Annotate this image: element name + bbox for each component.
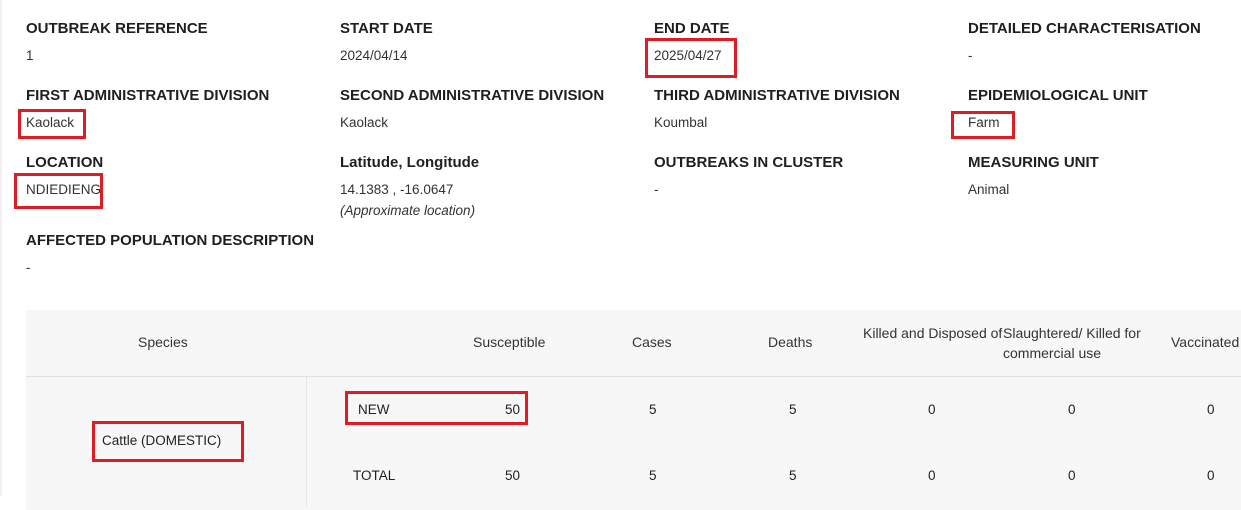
second-admin-division-field: SECOND ADMINISTRATIVE DIVISION Kaolack [340, 87, 605, 130]
first-admin-division-label: FIRST ADMINISTRATIVE DIVISION [26, 87, 270, 104]
measuring-unit-label: MEASURING UNIT [968, 154, 1099, 171]
row-new-slaughtered: 0 [1068, 402, 1076, 417]
lat-long-field: Latitude, Longitude 14.1383 , -16.0647 (… [340, 154, 480, 218]
affected-population-field: AFFECTED POPULATION DESCRIPTION - [26, 232, 315, 275]
lat-long-label: Latitude, Longitude [340, 154, 480, 171]
table-header: Species Susceptible Cases Deaths Killed … [26, 310, 1241, 377]
end-date-label: END DATE [654, 20, 730, 37]
header-susceptible: Susceptible [473, 334, 546, 350]
outbreaks-in-cluster-label: OUTBREAKS IN CLUSTER [654, 154, 844, 171]
row-total-vaccinated: 0 [1207, 468, 1215, 483]
third-admin-division-label: THIRD ADMINISTRATIVE DIVISION [654, 87, 900, 104]
header-cases: Cases [632, 334, 672, 350]
left-border [0, 0, 2, 496]
column-divider [306, 376, 307, 506]
header-killed-disposed: Killed and Disposed of [863, 325, 1003, 341]
lat-long-value: 14.1383 , -16.0647 [340, 182, 454, 197]
highlight-new-susceptible [345, 391, 528, 425]
outbreaks-in-cluster-value: - [654, 182, 659, 197]
outbreak-reference-label: OUTBREAK REFERENCE [26, 20, 208, 37]
approximate-location-note: (Approximate location) [340, 203, 476, 218]
row-total-deaths: 5 [789, 468, 797, 483]
species-quantities-table: Species Susceptible Cases Deaths Killed … [26, 310, 1241, 510]
header-vaccinated: Vaccinated [1171, 334, 1240, 350]
epidemiological-unit-field: EPIDEMIOLOGICAL UNIT Farm [968, 87, 1148, 130]
row-new-cases: 5 [649, 402, 657, 417]
start-date-field: START DATE 2024/04/14 [340, 20, 433, 63]
detailed-characterisation-field: DETAILED CHARACTERISATION - [968, 20, 1201, 63]
location-label: LOCATION [26, 154, 104, 171]
highlight-end-date [645, 38, 737, 78]
row-total-cases: 5 [649, 468, 657, 483]
highlight-location [14, 173, 103, 209]
second-admin-division-value: Kaolack [340, 115, 389, 130]
detailed-characterisation-label: DETAILED CHARACTERISATION [968, 20, 1201, 37]
highlight-species [92, 421, 244, 462]
highlight-first-admin-division [18, 109, 86, 139]
row-total-slaughtered: 0 [1068, 468, 1076, 483]
start-date-label: START DATE [340, 20, 433, 37]
measuring-unit-field: MEASURING UNIT Animal [968, 154, 1099, 197]
outbreaks-in-cluster-field: OUTBREAKS IN CLUSTER - [654, 154, 844, 197]
row-total-susceptible: 50 [505, 468, 521, 483]
detailed-characterisation-value: - [968, 48, 973, 63]
row-total-label: TOTAL [353, 468, 396, 483]
second-admin-division-label: SECOND ADMINISTRATIVE DIVISION [340, 87, 605, 104]
measuring-unit-value: Animal [968, 182, 1010, 197]
first-admin-division-field: FIRST ADMINISTRATIVE DIVISION Kaolack [26, 87, 270, 130]
affected-population-label: AFFECTED POPULATION DESCRIPTION [26, 232, 315, 249]
row-total-killed-disposed: 0 [928, 468, 936, 483]
third-admin-division-field: THIRD ADMINISTRATIVE DIVISION Koumbal [654, 87, 900, 130]
third-admin-division-value: Koumbal [654, 115, 708, 130]
header-deaths: Deaths [768, 334, 813, 350]
start-date-value: 2024/04/14 [340, 48, 408, 63]
header-slaughtered: Slaughtered/ Killed for commercial use [1003, 325, 1141, 361]
header-species: Species [138, 334, 188, 350]
row-new-vaccinated: 0 [1207, 402, 1215, 417]
outbreak-reference-field: OUTBREAK REFERENCE 1 [26, 20, 208, 63]
highlight-epidemiological-unit [951, 111, 1015, 139]
affected-population-value: - [26, 260, 31, 275]
row-new-killed-disposed: 0 [928, 402, 936, 417]
outbreak-reference-value: 1 [26, 48, 34, 63]
epidemiological-unit-label: EPIDEMIOLOGICAL UNIT [968, 87, 1148, 104]
location-field: LOCATION NDIEDIENG [26, 154, 104, 197]
row-new-deaths: 5 [789, 402, 797, 417]
end-date-field: END DATE 2025/04/27 [654, 20, 730, 63]
